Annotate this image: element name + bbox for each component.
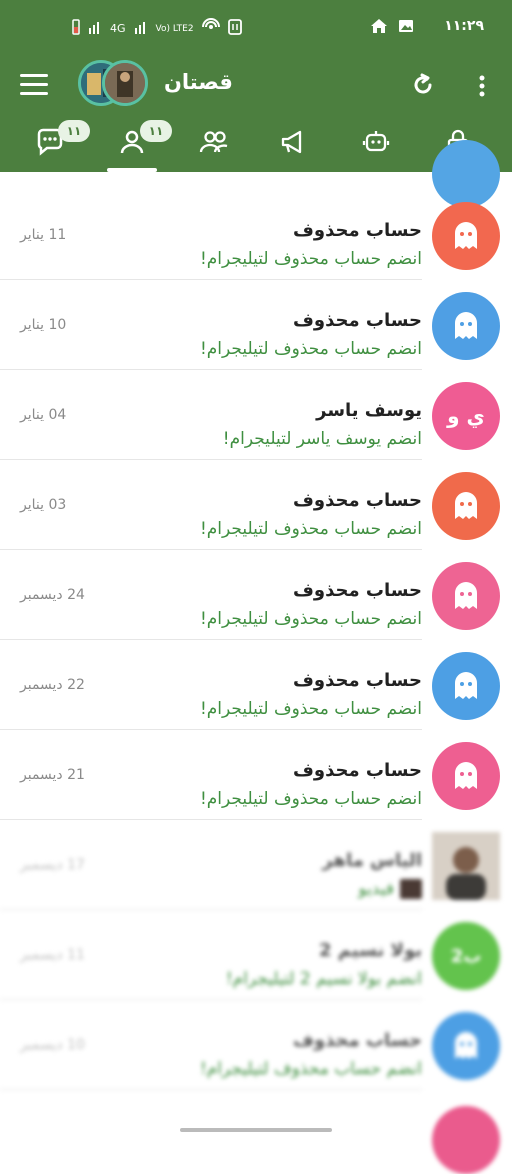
more-options-button[interactable] bbox=[468, 72, 496, 100]
ghost-icon bbox=[455, 672, 477, 699]
nfc-icon bbox=[227, 19, 242, 38]
hotspot-icon bbox=[201, 18, 220, 39]
image-icon bbox=[398, 18, 414, 38]
chat-date: 21 ديسمبر bbox=[20, 767, 85, 783]
chat-list: حساب محذوف انضم حساب محذوف لتيليجرام! 11… bbox=[0, 172, 512, 1138]
chat-avatar bbox=[432, 562, 500, 630]
chat-row[interactable]: حساب محذوف انضم حساب محذوف لتيليجرام! 11… bbox=[0, 190, 512, 280]
tab-contacts[interactable]: ١١ bbox=[100, 112, 172, 172]
chat-date: 11 يناير bbox=[20, 227, 67, 243]
tab-chats-badge: ١١ bbox=[58, 120, 90, 142]
ghost-icon bbox=[455, 582, 477, 609]
chat-name: حساب محذوف bbox=[292, 670, 422, 691]
chat-name: حساب محذوف bbox=[292, 760, 422, 781]
status-time: ١١:٢٩ bbox=[444, 18, 484, 34]
signal-1-icon bbox=[88, 20, 102, 37]
chat-preview-text: فيديو bbox=[358, 879, 394, 899]
chat-preview: انضم حساب محذوف لتيليجرام! bbox=[199, 1059, 422, 1079]
ghost-icon bbox=[455, 1032, 477, 1059]
avatar-initials: ب2 bbox=[450, 945, 482, 967]
chat-preview: انضم بولا نسيم 2 لتيليجرام! bbox=[225, 969, 422, 989]
chat-avatar bbox=[432, 472, 500, 540]
tab-bots[interactable] bbox=[344, 112, 408, 172]
ghost-icon bbox=[455, 312, 477, 339]
battery-icon bbox=[72, 19, 80, 38]
chat-row[interactable]: حساب محذوف انضم حساب محذوف لتيليجرام! 22… bbox=[0, 640, 512, 730]
app-title: قصتان bbox=[164, 70, 233, 94]
row-divider bbox=[0, 1089, 422, 1090]
ghost-icon bbox=[455, 762, 477, 789]
chat-avatar bbox=[432, 652, 500, 720]
chat-avatar bbox=[432, 292, 500, 360]
chat-avatar bbox=[432, 202, 500, 270]
chat-date: 03 يناير bbox=[20, 497, 67, 513]
ghost-icon bbox=[455, 222, 477, 249]
chat-name: حساب محذوف bbox=[292, 490, 422, 511]
chat-date: 04 يناير bbox=[20, 407, 67, 423]
group-icon bbox=[199, 131, 228, 153]
ghost-icon bbox=[455, 492, 477, 519]
chat-preview: انضم حساب محذوف لتيليجرام! bbox=[199, 339, 422, 359]
chat-name: حساب محذوف bbox=[292, 310, 422, 331]
chat-avatar bbox=[432, 742, 500, 810]
chat-date: 11 ديسمبر bbox=[20, 947, 85, 963]
chat-preview: فيديو bbox=[358, 879, 422, 899]
tab-chats[interactable]: ١١ bbox=[18, 112, 90, 172]
video-thumbnail-icon bbox=[400, 879, 422, 899]
home-indicator[interactable] bbox=[180, 1128, 332, 1132]
chat-name: حساب محذوف bbox=[292, 580, 422, 601]
chat-name: حساب محذوف bbox=[292, 1030, 422, 1051]
stories-avatars[interactable] bbox=[78, 60, 150, 108]
menu-line bbox=[20, 83, 48, 86]
chat-date: 10 يناير bbox=[20, 317, 67, 333]
bot-icon bbox=[362, 131, 390, 152]
chat-date: 17 ديسمبر bbox=[20, 857, 85, 873]
chat-preview: انضم حساب محذوف لتيليجرام! bbox=[199, 519, 422, 539]
chat-preview: انضم يوسف ياسر لتيليجرام! bbox=[222, 429, 422, 449]
chat-name: بولا نسيم 2 bbox=[318, 940, 422, 961]
tab-contacts-badge: ١١ bbox=[140, 120, 172, 142]
menu-line bbox=[20, 92, 48, 95]
chat-avatar bbox=[432, 832, 500, 900]
chat-preview: انضم حساب محذوف لتيليجرام! bbox=[199, 249, 422, 269]
refresh-button[interactable] bbox=[408, 70, 438, 100]
chat-date: 10 ديسمبر bbox=[20, 1037, 85, 1053]
network-label: 4G bbox=[110, 22, 126, 35]
status-icons-right bbox=[370, 18, 414, 38]
chat-row[interactable]: حساب محذوف انضم حساب محذوف لتيليجرام! 21… bbox=[0, 730, 512, 820]
app-bar: قصتان bbox=[0, 58, 512, 112]
chat-preview: انضم حساب محذوف لتيليجرام! bbox=[199, 699, 422, 719]
menu-line bbox=[20, 74, 48, 77]
photo-avatar bbox=[432, 832, 500, 900]
chat-avatar bbox=[432, 1012, 500, 1080]
chat-row[interactable]: الياس ماهر فيديو 17 ديسمبر bbox=[0, 820, 512, 910]
chat-date: 22 ديسمبر bbox=[20, 677, 85, 693]
status-bar: 4G Vo) LTE2 ١١:٢٩ bbox=[0, 0, 512, 58]
menu-button[interactable] bbox=[20, 74, 48, 96]
home-icon bbox=[370, 18, 388, 38]
tab-groups[interactable] bbox=[182, 112, 246, 172]
chat-date: 24 ديسمبر bbox=[20, 587, 85, 603]
chat-preview: انضم حساب محذوف لتيليجرام! bbox=[199, 609, 422, 629]
chat-row[interactable]: حساب محذوف انضم حساب محذوف لتيليجرام! 10… bbox=[0, 280, 512, 370]
chat-row[interactable]: ي و يوسف ياسر انضم يوسف ياسر لتيليجرام! … bbox=[0, 370, 512, 460]
chat-row[interactable]: ب2 بولا نسيم 2 انضم بولا نسيم 2 لتيليجرا… bbox=[0, 910, 512, 1000]
chat-name: يوسف ياسر bbox=[316, 400, 422, 421]
chat-row[interactable]: حساب محذوف انضم حساب محذوف لتيليجرام! 03… bbox=[0, 460, 512, 550]
tab-channels[interactable] bbox=[262, 112, 326, 172]
chat-avatar: ب2 bbox=[432, 922, 500, 990]
chat-avatar: ي و bbox=[432, 382, 500, 450]
volte-label: Vo) LTE2 bbox=[155, 23, 194, 34]
chat-preview: انضم حساب محذوف لتيليجرام! bbox=[199, 789, 422, 809]
status-icons-left: 4G Vo) LTE2 bbox=[72, 18, 242, 39]
chat-name: حساب محذوف bbox=[292, 220, 422, 241]
story-avatar-2[interactable] bbox=[102, 60, 148, 106]
partial-avatar-bottom bbox=[432, 1106, 500, 1174]
chat-row[interactable]: حساب محذوف انضم حساب محذوف لتيليجرام! 24… bbox=[0, 550, 512, 640]
chat-name: الياس ماهر bbox=[322, 850, 422, 871]
megaphone-icon bbox=[281, 130, 302, 154]
chat-row[interactable]: حساب محذوف انضم حساب محذوف لتيليجرام! 10… bbox=[0, 1000, 512, 1090]
avatar-initials: ي و bbox=[447, 404, 485, 428]
signal-2-icon bbox=[134, 20, 148, 37]
